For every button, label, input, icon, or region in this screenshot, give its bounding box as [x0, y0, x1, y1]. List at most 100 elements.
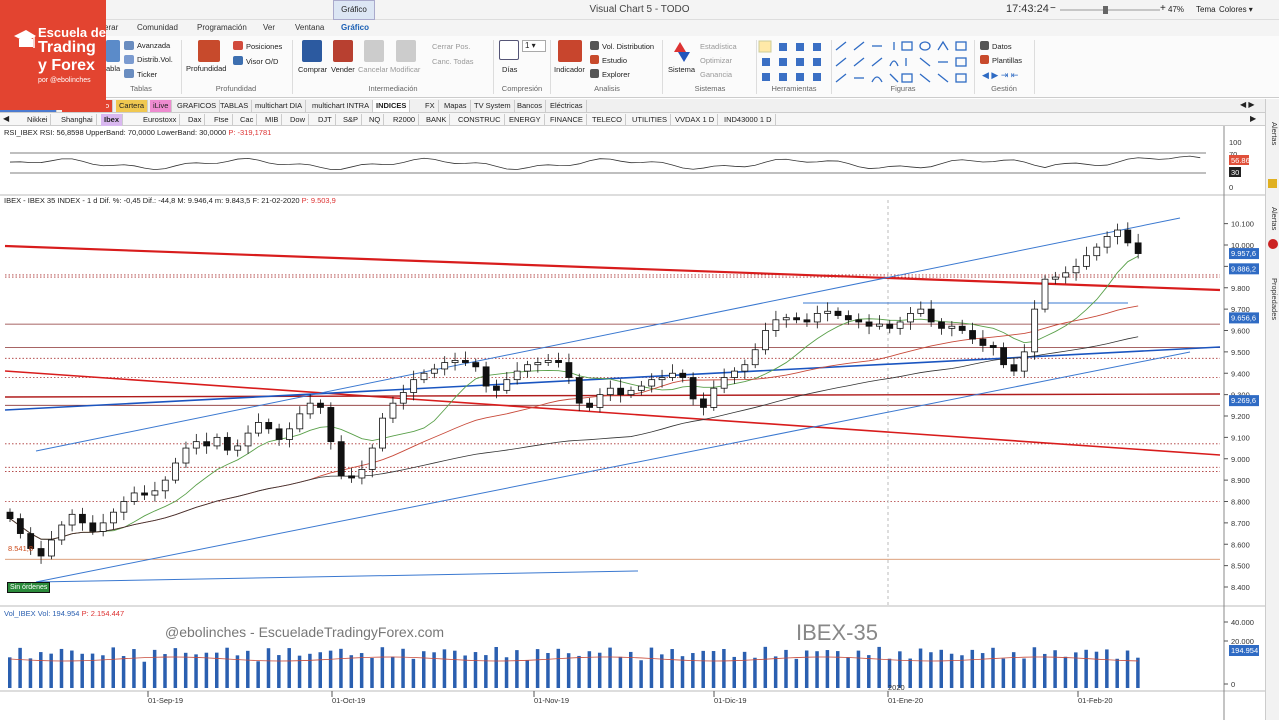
tab-multichart-intra[interactable]: multichart INTRA — [309, 100, 374, 112]
candle-up — [544, 360, 552, 363]
side-tab-alertas-2[interactable]: Alertas — [1267, 194, 1279, 244]
volume-bar — [649, 647, 654, 688]
candle-down — [6, 511, 14, 519]
tools-grid[interactable] — [758, 40, 830, 84]
tabla-button[interactable]: abla — [106, 64, 120, 73]
volume-bar — [411, 658, 416, 688]
tab-cartera[interactable]: Cartera — [116, 100, 149, 112]
price-tick-label: 8.400 — [1231, 583, 1250, 592]
tab-electricas[interactable]: Eléctricas — [547, 100, 587, 112]
datos-button[interactable]: Datos — [992, 42, 1012, 51]
scroll-left-icon[interactable]: ◀ — [3, 114, 9, 123]
tab-shanghai[interactable]: Shanghai — [58, 114, 97, 126]
tab-vvdax[interactable]: VVDAX 1 D — [672, 114, 719, 126]
posiciones-button[interactable]: Posiciones — [246, 42, 282, 51]
tab-nikkei[interactable]: Nikkei — [24, 114, 52, 126]
sistema-button[interactable]: Sistema — [668, 65, 695, 74]
tab-tv-system[interactable]: TV System — [471, 100, 515, 112]
tab-dax[interactable]: Dax — [185, 114, 206, 126]
tab-construc[interactable]: CONSTRUC — [455, 114, 505, 126]
volume-bar — [836, 651, 840, 688]
zoom-out-button[interactable]: − — [1050, 3, 1056, 14]
tab-graficos[interactable]: GRAFICOS — [174, 100, 221, 112]
alert-icon — [1268, 179, 1277, 188]
menu-ver[interactable]: Ver — [263, 23, 275, 32]
menu-ventana[interactable]: Ventana — [295, 23, 324, 32]
zoom-slider[interactable] — [1060, 6, 1160, 14]
candle-up — [524, 364, 531, 372]
ticker-button[interactable]: Ticker — [137, 70, 157, 79]
compression-select[interactable]: 1 ▾ — [522, 40, 546, 52]
tab-ibex[interactable]: Ibex — [101, 114, 124, 126]
cerrar-pos-button[interactable]: Cerrar Pos. — [432, 42, 470, 51]
dias-button[interactable]: Días — [502, 65, 517, 74]
figures-grid[interactable] — [834, 40, 972, 84]
price-box-label: 9.886,2 — [1231, 264, 1256, 273]
tab-bank[interactable]: BANK — [423, 114, 451, 126]
candle-up — [368, 447, 376, 470]
candle-up — [1031, 308, 1039, 353]
base-line — [35, 570, 639, 583]
blue-trendline — [4, 346, 1221, 411]
tabs-scroll-arrows[interactable]: ◀ ▶ — [1240, 100, 1255, 109]
profundidad-button[interactable]: Profundidad — [186, 64, 226, 73]
estadistica-button[interactable]: Estadística — [700, 42, 737, 51]
watermark-author: @ebolinches - EscueladeTradingyForex.com — [165, 624, 445, 640]
indicador-button[interactable]: Indicador — [554, 65, 585, 74]
explorer-button[interactable]: Explorer — [602, 70, 630, 79]
tab-ind43000[interactable]: IND43000 1 D — [721, 114, 776, 126]
candle-down — [275, 428, 283, 440]
ganancia-button[interactable]: Ganancia — [700, 70, 732, 79]
tab-dow[interactable]: Dow — [287, 114, 310, 126]
colors-dropdown[interactable]: Colores ▾ — [1219, 5, 1253, 14]
tab-nq[interactable]: NQ — [366, 114, 385, 126]
tab-sp[interactable]: S&P — [340, 114, 363, 126]
tab-indices[interactable]: INDICES — [373, 100, 411, 112]
tab-mib[interactable]: MIB — [262, 114, 283, 126]
arrow-nav-icon[interactable]: ◀ ▶ ⇥ ⇤ — [982, 70, 1018, 81]
candle-down — [989, 345, 997, 348]
comprar-button[interactable]: Comprar — [298, 65, 327, 74]
tab-energy[interactable]: ENERGY — [506, 114, 545, 126]
tab-mapas[interactable]: Mapas — [441, 100, 471, 112]
modificar-button[interactable]: Modificar — [390, 65, 420, 74]
tab-cac[interactable]: Cac — [237, 114, 258, 126]
candle-down — [472, 362, 480, 368]
estudio-button[interactable]: Estudio — [602, 56, 627, 65]
vol-distribution-button[interactable]: Vol. Distribution — [602, 42, 654, 51]
canc-todas-button[interactable]: Canc. Todas — [432, 57, 474, 66]
candle-up — [110, 511, 117, 524]
tab-r2000[interactable]: R2000 — [390, 114, 420, 126]
tab-utilities[interactable]: UTILITIES — [629, 114, 672, 126]
distrib-vol-button[interactable]: Distrib.Vol. — [137, 55, 173, 64]
tab-fx[interactable]: FX — [422, 100, 439, 112]
tab-bancos[interactable]: Bancos — [514, 100, 547, 112]
cancelar-button[interactable]: Cancelar — [358, 65, 388, 74]
tab-finance[interactable]: FINANCE — [547, 114, 587, 126]
vender-button[interactable]: Vender — [331, 65, 355, 74]
volume-bar — [784, 649, 788, 688]
menu-grafico[interactable]: Gráfico — [341, 23, 369, 32]
avanzada-button[interactable]: Avanzada — [137, 41, 170, 50]
optimizar-button[interactable]: Optimizar — [700, 56, 732, 65]
tab-multichart-dia[interactable]: multichart DIA — [252, 100, 307, 112]
tab-djt[interactable]: DJT — [315, 114, 336, 126]
tab-ftse[interactable]: Ftse — [211, 114, 233, 126]
tab-tablas[interactable]: TABLAS — [217, 100, 253, 112]
tab-teleco[interactable]: TELECO — [589, 114, 627, 126]
side-tab-alertas-1[interactable]: Alertas — [1267, 109, 1279, 159]
tab-eurostoxx[interactable]: Eurostoxx — [140, 114, 181, 126]
menu-comunidad[interactable]: Comunidad — [137, 23, 178, 32]
context-tab-grafico[interactable]: Gráfico — [333, 0, 375, 20]
zoom-in-button[interactable]: + — [1160, 3, 1166, 14]
ticker-icon — [124, 69, 134, 78]
tab-ilive[interactable]: iLive — [150, 100, 173, 112]
scroll-right-icon[interactable]: ▶ — [1250, 114, 1256, 123]
plantillas-icon — [980, 55, 989, 64]
datos-icon — [980, 41, 989, 50]
side-tab-propiedades[interactable]: Propiedades — [1267, 259, 1279, 339]
plantillas-button[interactable]: Plantillas — [992, 56, 1022, 65]
menu-programacion[interactable]: Programación — [197, 23, 247, 32]
visor-od-button[interactable]: Visor O/D — [246, 57, 278, 66]
theme-dropdown[interactable]: Tema — [1196, 5, 1216, 14]
